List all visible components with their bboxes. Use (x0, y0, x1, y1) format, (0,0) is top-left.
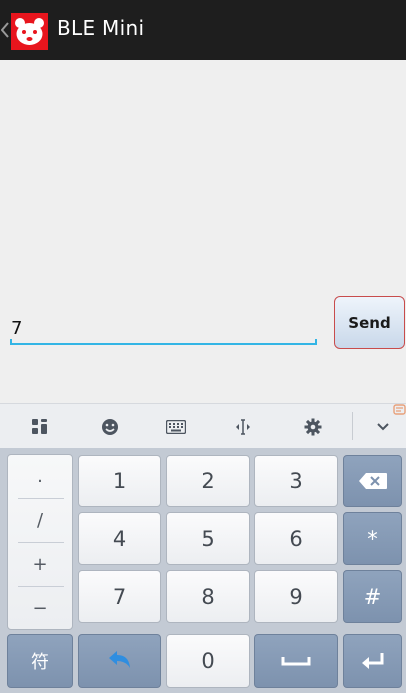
key-9[interactable]: 9 (254, 570, 338, 623)
app-logo-icon[interactable] (11, 13, 48, 50)
key-5[interactable]: 5 (166, 512, 250, 565)
space-bar-icon (281, 657, 311, 666)
settings-gear-icon[interactable] (297, 404, 329, 449)
backspace-key[interactable] (343, 455, 402, 507)
toolbar-divider (352, 412, 353, 440)
key-1[interactable]: 1 (78, 455, 161, 507)
key-0[interactable]: 0 (166, 634, 250, 688)
key-period[interactable]: . (8, 455, 72, 498)
key-3[interactable]: 3 (254, 455, 338, 507)
emoji-icon[interactable] (94, 404, 126, 449)
symbol-column: . / + − (7, 454, 73, 630)
space-key[interactable] (254, 634, 338, 688)
message-input[interactable] (11, 313, 316, 343)
cursor-move-icon[interactable] (227, 404, 259, 449)
key-4[interactable]: 4 (78, 512, 161, 565)
key-6[interactable]: 6 (254, 512, 338, 565)
input-underline (10, 343, 317, 345)
backspace-icon (358, 473, 387, 489)
key-8[interactable]: 8 (166, 570, 250, 623)
keyboard-toolbar (0, 403, 406, 449)
key-asterisk[interactable]: * (343, 512, 402, 565)
enter-key[interactable] (343, 634, 402, 688)
notification-badge-icon (393, 404, 406, 415)
key-minus[interactable]: − (8, 587, 72, 630)
back-chevron-icon[interactable] (1, 22, 9, 38)
keyboard-icon[interactable] (160, 404, 192, 449)
key-2[interactable]: 2 (166, 455, 250, 507)
key-plus[interactable]: + (8, 543, 72, 586)
content-area: Send (0, 60, 406, 403)
input-underline-tick-left (10, 339, 12, 344)
input-underline-tick-right (315, 339, 317, 344)
undo-arrow-icon (108, 651, 130, 668)
layout-grid-icon[interactable] (24, 404, 56, 449)
key-slash[interactable]: / (8, 499, 72, 542)
send-button[interactable]: Send (334, 296, 405, 349)
action-bar: BLE Mini (0, 0, 406, 60)
key-7[interactable]: 7 (78, 570, 161, 623)
bear-logo-icon (15, 18, 44, 45)
app-title: BLE Mini (57, 16, 145, 40)
symbol-toggle-key[interactable]: 符 (7, 634, 73, 688)
numeric-keyboard: . / + − 1 2 3 4 5 6 * 7 8 9 # 符 0 (0, 448, 406, 693)
enter-arrow-icon (361, 653, 383, 669)
key-hash[interactable]: # (343, 570, 402, 623)
undo-key[interactable] (78, 634, 161, 688)
